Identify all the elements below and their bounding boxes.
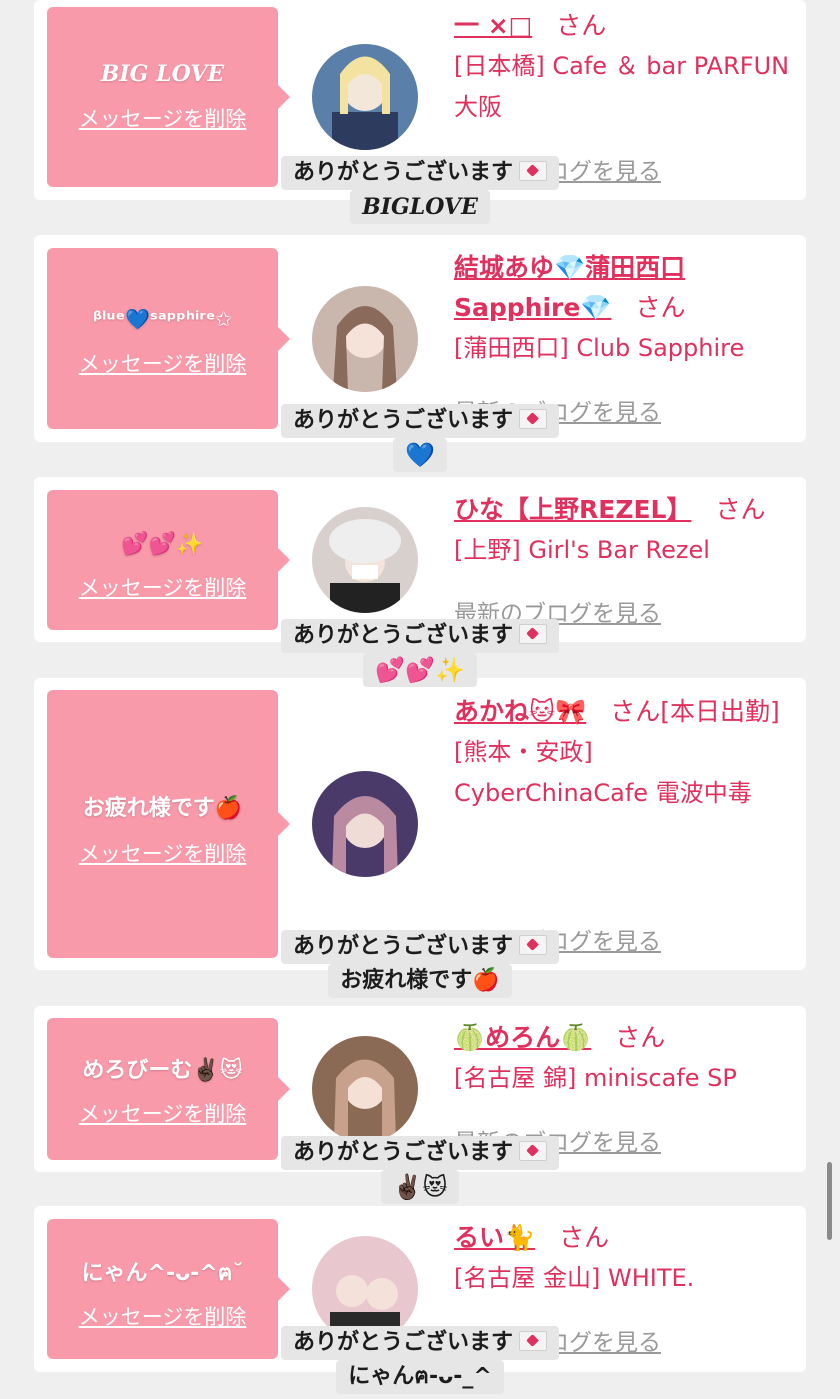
avatar[interactable] bbox=[312, 771, 418, 877]
shop-name: [名古屋 錦] miniscafe SP bbox=[454, 1064, 737, 1092]
thanks-reply: ありがとうございます 💕💕✨ bbox=[0, 619, 840, 687]
avatar-image bbox=[312, 44, 418, 150]
heart-letter-icon bbox=[519, 1331, 547, 1351]
delete-message-link[interactable]: メッセージを削除 bbox=[47, 103, 278, 133]
thanks-reply: ありがとうございます お疲れ様です🍎 bbox=[0, 930, 840, 998]
avatar-image bbox=[312, 771, 418, 877]
user-info: 結城あゆ💎蒲田西口Sapphire💎 さん [蒲田西口] Club Sapphir… bbox=[454, 248, 799, 369]
message-text: ᵝˡᵘᵉ💙ˢᵃᵖᵖʰⁱʳᵉ✩ bbox=[92, 307, 233, 331]
thanks-text: ありがとうございます bbox=[292, 934, 513, 959]
reply-text: ✌🏿😻 bbox=[380, 1170, 460, 1204]
thanks-reply: ありがとうございます 💙 bbox=[0, 404, 840, 472]
delete-message-link[interactable]: メッセージを削除 bbox=[47, 1098, 278, 1128]
avatar-image bbox=[312, 507, 418, 613]
message-text: にゃん^-ᴗ-^ฅ˘ bbox=[81, 1261, 244, 1286]
honorific: さん bbox=[635, 293, 686, 322]
reply-text: にゃんฅ-ᴗ-_^ bbox=[336, 1360, 504, 1394]
delete-message-link[interactable]: メッセージを削除 bbox=[47, 348, 278, 378]
thanks-text: ありがとうございます bbox=[292, 160, 513, 185]
message-card: 💕💕✨ メッセージを削除 ひな【上野REZEL】 さん [上野] Girl's B… bbox=[34, 477, 806, 642]
message-bubble: ᵝˡᵘᵉ💙ˢᵃᵖᵖʰⁱʳᵉ✩ メッセージを削除 bbox=[47, 248, 290, 429]
message-bubble: 💕💕✨ メッセージを削除 bbox=[47, 490, 290, 630]
shop-name: [日本橋] Cafe ＆ bar PARFUN 大阪 bbox=[454, 52, 790, 121]
thanks-text: ありがとうございます bbox=[292, 408, 513, 433]
message-card: お疲れ様です🍎 メッセージを削除 あかね🐱🎀 さん[本日出勤] [熊本・安政] C… bbox=[34, 678, 806, 970]
reply-text: 💕💕✨ bbox=[363, 653, 477, 687]
avatar[interactable] bbox=[312, 1036, 418, 1142]
user-name-link[interactable]: あかね🐱🎀 bbox=[454, 697, 586, 726]
reply-text: 💙 bbox=[393, 438, 447, 472]
thanks-text: ありがとうございます bbox=[292, 623, 513, 648]
message-text: BIG LOVE bbox=[100, 61, 225, 87]
honorific: さん bbox=[715, 495, 766, 524]
thanks-reply: ありがとうございます BIGLOVE bbox=[0, 156, 840, 224]
delete-message-link[interactable]: メッセージを削除 bbox=[47, 838, 278, 868]
message-text: めろびーむ✌🏿😻 bbox=[82, 1058, 243, 1083]
heart-letter-icon bbox=[519, 935, 547, 955]
attendance-note: [本日出勤] bbox=[660, 697, 780, 726]
user-info: ひな【上野REZEL】 さん [上野] Girl's Bar Rezel bbox=[454, 490, 799, 571]
shop-name: [熊本・安政] CyberChinaCafe 電波中毒 bbox=[454, 738, 752, 807]
user-info: るい🐈 さん [名古屋 金山] WHITE. bbox=[454, 1218, 799, 1299]
user-info: 🍈めろん🍈 さん [名古屋 錦] miniscafe SP bbox=[454, 1018, 799, 1099]
honorific: さん bbox=[559, 1223, 610, 1252]
thanks-text: ありがとうございます bbox=[292, 1330, 513, 1355]
shop-name: [上野] Girl's Bar Rezel bbox=[454, 536, 710, 564]
avatar-image bbox=[312, 1036, 418, 1142]
thanks-reply: ありがとうございます ✌🏿😻 bbox=[0, 1136, 840, 1204]
shop-name: [蒲田西口] Club Sapphire bbox=[454, 334, 745, 362]
avatar-image bbox=[312, 286, 418, 392]
heart-letter-icon bbox=[519, 161, 547, 181]
heart-letter-icon bbox=[519, 624, 547, 644]
message-bubble: お疲れ様です🍎 メッセージを削除 bbox=[47, 690, 290, 958]
shop-name: [名古屋 金山] WHITE. bbox=[454, 1264, 695, 1292]
heart-letter-icon bbox=[519, 409, 547, 429]
message-text: お疲れ様です🍎 bbox=[82, 796, 243, 821]
thanks-text: ありがとうございます bbox=[292, 1140, 513, 1165]
thanks-reply: ありがとうございます にゃんฅ-ᴗ-_^ bbox=[0, 1326, 840, 1394]
honorific: さん bbox=[610, 697, 661, 726]
honorific: さん bbox=[556, 11, 607, 40]
heart-letter-icon bbox=[519, 1141, 547, 1161]
delete-message-link[interactable]: メッセージを削除 bbox=[47, 572, 278, 602]
reply-text: お疲れ様です🍎 bbox=[328, 964, 512, 998]
avatar[interactable] bbox=[312, 44, 418, 150]
reply-text: BIGLOVE bbox=[350, 190, 490, 224]
user-name-link[interactable]: るい🐈 bbox=[454, 1223, 535, 1252]
user-info: 一 ×□ さん [日本橋] Cafe ＆ bar PARFUN 大阪 bbox=[454, 6, 799, 128]
avatar[interactable] bbox=[312, 507, 418, 613]
honorific: さん bbox=[615, 1023, 666, 1052]
avatar[interactable] bbox=[312, 286, 418, 392]
user-info: あかね🐱🎀 さん[本日出勤] [熊本・安政] CyberChinaCafe 電波中… bbox=[454, 692, 799, 814]
user-name-link[interactable]: 🍈めろん🍈 bbox=[454, 1023, 591, 1052]
message-text: 💕💕✨ bbox=[121, 532, 204, 557]
user-name-link[interactable]: 一 ×□ bbox=[454, 11, 532, 40]
user-name-link[interactable]: ひな【上野REZEL】 bbox=[454, 495, 691, 524]
